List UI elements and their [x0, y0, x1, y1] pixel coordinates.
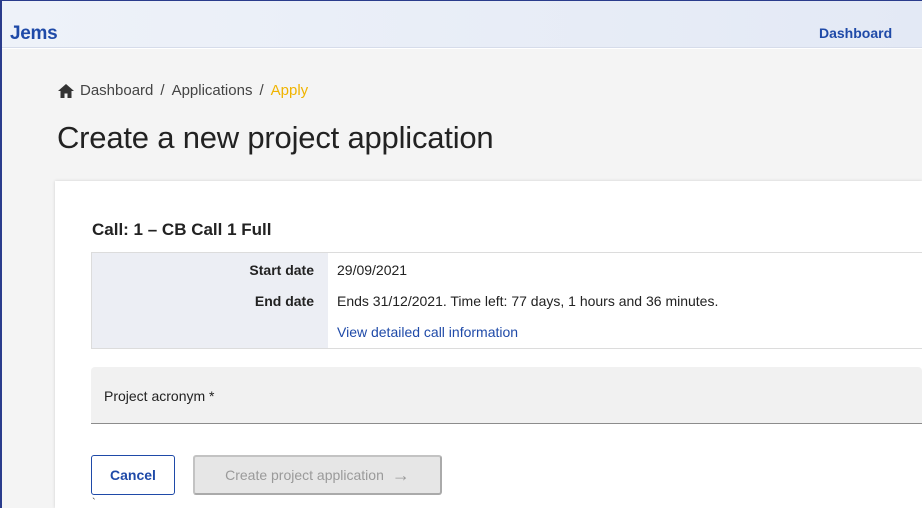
end-date-label: End date [254, 293, 314, 309]
arrow-right-icon: → [391, 464, 410, 485]
cancel-button[interactable]: Cancel [91, 455, 175, 495]
top-bar: Jems Dashboard [2, 1, 922, 48]
project-acronym-field[interactable]: Project acronym * [91, 367, 922, 424]
view-call-details-link[interactable]: View detailed call information [337, 324, 518, 340]
stray-mark: ` [92, 497, 96, 508]
create-button-label: Create project application [225, 467, 384, 483]
breadcrumb-separator: / [160, 82, 165, 99]
create-application-button[interactable]: Create project application → [193, 455, 442, 495]
home-icon[interactable] [57, 83, 75, 99]
cancel-button-label: Cancel [110, 467, 156, 483]
start-date-label: Start date [249, 262, 314, 278]
page-title: Create a new project application [57, 120, 494, 155]
call-info-table: Start date 29/09/2021 End date Ends 31/1… [91, 252, 922, 349]
start-date-value: 29/09/2021 [337, 262, 408, 278]
nav-dashboard-link[interactable]: Dashboard [819, 25, 892, 41]
breadcrumb-applications[interactable]: Applications [172, 82, 253, 99]
breadcrumb-current: Apply [270, 82, 309, 99]
end-date-value: Ends 31/12/2021. Time left: 77 days, 1 h… [337, 293, 719, 309]
breadcrumb-dashboard[interactable]: Dashboard [80, 82, 153, 99]
project-acronym-label: Project acronym * [104, 388, 215, 404]
breadcrumb-separator: / [259, 82, 264, 99]
call-title: Call: 1 – CB Call 1 Full [92, 220, 272, 239]
app-logo[interactable]: Jems [10, 23, 58, 45]
breadcrumb: Dashboard / Applications / Apply [57, 82, 308, 99]
